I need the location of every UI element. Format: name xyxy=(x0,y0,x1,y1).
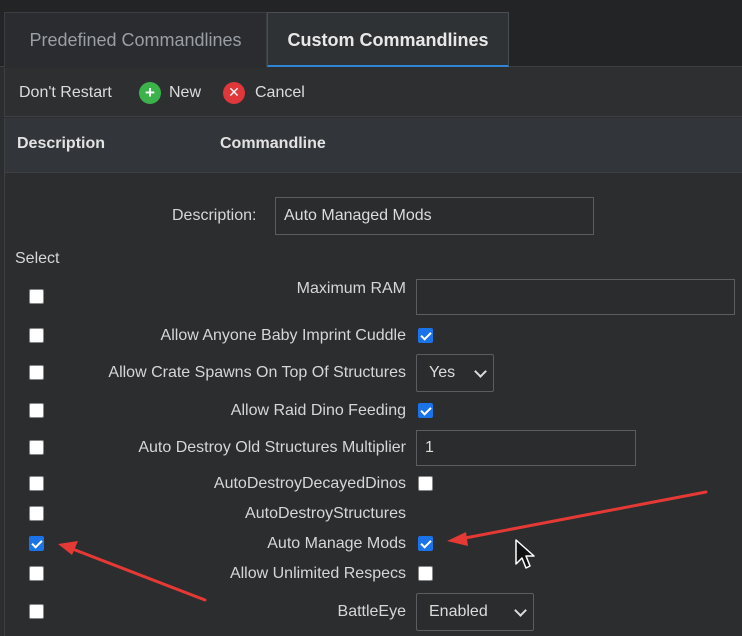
tab-bar: Predefined Commandlines Custom Commandli… xyxy=(0,0,742,67)
option-label: Allow Crate Spawns On Top Of Structures xyxy=(108,364,406,381)
select-checkbox[interactable] xyxy=(29,365,44,380)
dont-restart-button[interactable]: Don't Restart xyxy=(19,82,112,104)
select-value: Enabled xyxy=(429,603,488,620)
battleeye-select[interactable]: Enabled xyxy=(416,593,534,631)
select-checkbox[interactable] xyxy=(29,604,44,619)
toolbar: Don't Restart + New ✕ Cancel xyxy=(4,68,742,117)
column-commandline[interactable]: Commandline xyxy=(220,135,326,153)
auto-destroy-multiplier-input[interactable] xyxy=(416,430,636,466)
new-button-label: New xyxy=(169,84,202,101)
maximum-ram-input[interactable] xyxy=(416,279,735,315)
x-circle-icon: ✕ xyxy=(223,82,245,104)
option-label: Allow Raid Dino Feeding xyxy=(230,402,406,419)
select-checkbox[interactable] xyxy=(29,440,44,455)
option-label: Allow Unlimited Respecs xyxy=(229,565,406,582)
select-checkbox[interactable] xyxy=(29,328,44,343)
tab-custom-commandlines[interactable]: Custom Commandlines xyxy=(267,12,509,67)
select-checkbox[interactable] xyxy=(29,403,44,418)
column-header: Description Commandline xyxy=(4,118,742,173)
select-checkbox[interactable] xyxy=(29,476,44,491)
select-checkbox[interactable] xyxy=(29,536,44,551)
option-label: Maximum RAM xyxy=(296,280,406,297)
option-label: Auto Manage Mods xyxy=(267,535,406,552)
select-checkbox[interactable] xyxy=(29,506,44,521)
chevron-down-icon xyxy=(474,365,487,378)
edit-form: Description: Select Maximum RAM Allow An… xyxy=(4,173,742,636)
cancel-button-label: Cancel xyxy=(255,84,305,101)
plus-circle-icon: + xyxy=(139,82,161,104)
option-label: AutoDestroyStructures xyxy=(245,505,406,522)
crate-spawns-select[interactable]: Yes xyxy=(416,354,494,392)
select-value: Yes xyxy=(429,364,456,381)
option-label: Auto Destroy Old Structures Multiplier xyxy=(138,439,406,456)
description-input[interactable] xyxy=(275,197,594,235)
value-checkbox[interactable] xyxy=(418,536,433,551)
value-checkbox[interactable] xyxy=(418,403,433,418)
column-description[interactable]: Description xyxy=(17,135,105,153)
option-label: AutoDestroyDecayedDinos xyxy=(213,475,406,492)
select-checkbox[interactable] xyxy=(29,289,44,304)
value-checkbox[interactable] xyxy=(418,328,433,343)
option-label: BattleEye xyxy=(337,603,406,620)
select-checkbox[interactable] xyxy=(29,566,44,581)
tab-predefined-commandlines[interactable]: Predefined Commandlines xyxy=(4,12,267,67)
new-button[interactable]: + New xyxy=(139,82,209,104)
option-label: Allow Anyone Baby Imprint Cuddle xyxy=(160,327,406,344)
description-label: Description: xyxy=(172,207,257,224)
value-checkbox[interactable] xyxy=(418,476,433,491)
chevron-down-icon xyxy=(514,604,527,617)
cancel-button[interactable]: ✕ Cancel xyxy=(223,82,313,104)
value-checkbox[interactable] xyxy=(418,566,433,581)
select-label: Select xyxy=(15,250,60,267)
